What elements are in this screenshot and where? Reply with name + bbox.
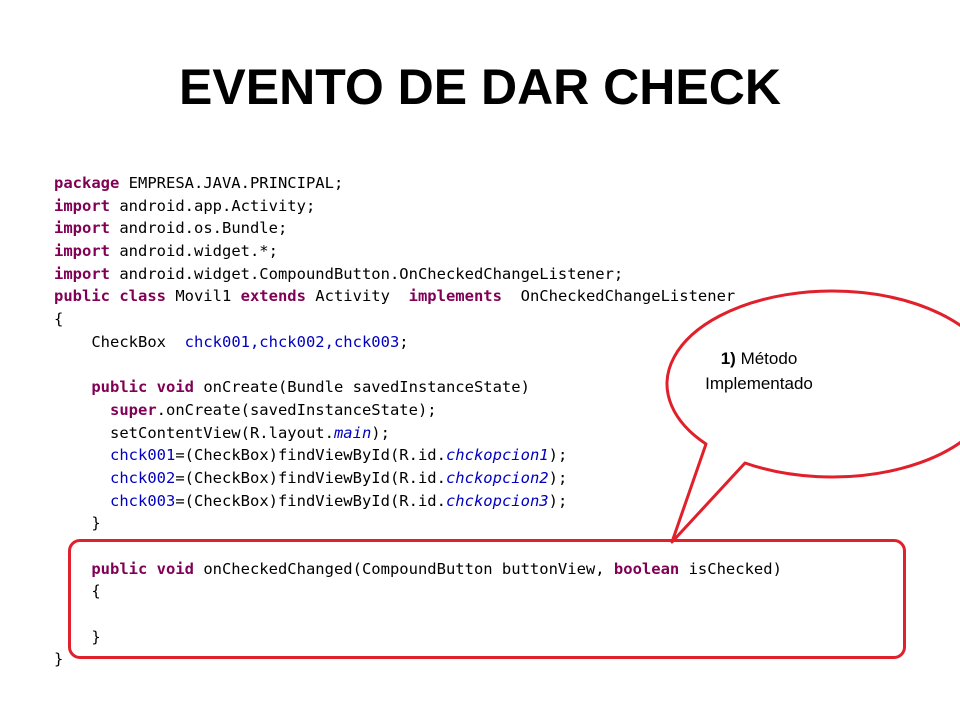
code-line-11: super.onCreate(savedInstanceState);	[54, 399, 782, 422]
statement-end: );	[548, 468, 568, 487]
code-line-5: import android.widget.CompoundButton.OnC…	[54, 263, 782, 286]
code-line-3: import android.os.Bundle;	[54, 217, 782, 240]
statement-end: );	[548, 491, 568, 510]
interface-name: OnCheckedChangeListener	[501, 287, 736, 306]
callout-line-1: Método	[735, 349, 798, 368]
statement-end: );	[548, 446, 568, 465]
import-path: android.os.Bundle;	[110, 219, 288, 238]
keyword-import: import	[54, 219, 110, 238]
statement: setContentView(R.layout.	[54, 423, 334, 442]
field-ref: chck003	[54, 491, 176, 510]
callout-number: 1)	[720, 349, 736, 368]
code-line-12: setContentView(R.layout.main);	[54, 422, 782, 445]
class-name: Movil1	[165, 287, 241, 306]
field-type: CheckBox	[54, 332, 185, 351]
code-line-16: }	[54, 514, 101, 533]
static-field: chckopcion1	[445, 446, 549, 465]
superclass-name: Activity	[305, 287, 409, 306]
code-line-15: chck003=(CheckBox)findViewById(R.id.chck…	[54, 490, 782, 513]
field-names: chck001,chck002,chck003	[184, 332, 400, 351]
statement-end: );	[371, 423, 390, 442]
code-line-2: import android.app.Activity;	[54, 195, 782, 218]
slide-title: EVENTO DE DAR CHECK	[179, 59, 781, 115]
code-line-6: public class Movil1 extends Activity imp…	[54, 285, 782, 308]
field-ref: chck002	[54, 468, 176, 487]
statement: =(CheckBox)findViewById(R.id.	[175, 468, 446, 487]
keyword-super: super	[54, 400, 157, 419]
method-signature: onCreate(Bundle savedInstanceState)	[193, 378, 530, 397]
super-call: .onCreate(savedInstanceState);	[156, 400, 437, 419]
static-field: main	[333, 423, 372, 442]
keyword-public-class: public class	[54, 287, 166, 306]
keyword-import: import	[54, 264, 110, 283]
keyword-package: package	[54, 174, 120, 192]
static-field: chckopcion3	[445, 491, 549, 510]
import-path: android.app.Activity;	[110, 196, 316, 215]
code-line-7: {	[54, 310, 64, 329]
code-line-4: import android.widget.*;	[54, 240, 782, 263]
code-line-1: package EMPRESA.JAVA.PRINCIPAL;	[54, 172, 782, 195]
keyword-import: import	[54, 196, 110, 215]
code-line-13: chck001=(CheckBox)findViewById(R.id.chck…	[54, 444, 782, 467]
statement: =(CheckBox)findViewById(R.id.	[175, 491, 446, 510]
highlight-box	[68, 539, 906, 659]
keyword-implements: implements	[408, 287, 502, 306]
field-ref: chck001	[54, 446, 176, 465]
import-path: android.widget.CompoundButton.OnCheckedC…	[110, 264, 624, 283]
package-name: EMPRESA.JAVA.PRINCIPAL;	[119, 174, 344, 192]
static-field: chckopcion2	[445, 468, 549, 487]
code-line-14: chck002=(CheckBox)findViewById(R.id.chck…	[54, 467, 782, 490]
statement: =(CheckBox)findViewById(R.id.	[175, 446, 446, 465]
keyword-import: import	[54, 242, 110, 261]
keyword-extends: extends	[240, 287, 306, 306]
import-path: android.widget.*;	[110, 242, 278, 261]
callout-line-2: Implementado	[705, 374, 813, 393]
callout-text: 1) Método Implementado	[644, 346, 874, 396]
semicolon: ;	[399, 332, 409, 351]
keyword-public-void: public void	[54, 378, 194, 397]
